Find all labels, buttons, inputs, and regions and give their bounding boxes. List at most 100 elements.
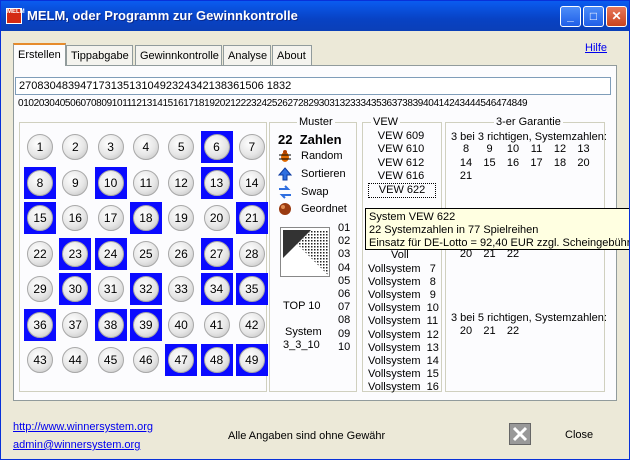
lotto-number-ball[interactable]: 20	[201, 202, 233, 234]
lotto-number-ball[interactable]: 21	[235, 202, 268, 234]
pattern-thumbnail[interactable]	[280, 227, 330, 277]
muster-item[interactable]: 01	[338, 222, 350, 234]
close-app-button[interactable]	[509, 423, 531, 445]
vew-item[interactable]: VEW 612	[368, 157, 434, 170]
lotto-number-ball[interactable]: 28	[236, 238, 268, 270]
voll-item[interactable]: Vollsystem 15	[368, 368, 439, 380]
muster-item[interactable]: 03	[338, 248, 350, 260]
title-bar[interactable]: MELM MELM, oder Programm zur Gewinnkontr…	[1, 1, 629, 31]
lotto-number-ball[interactable]: 6	[200, 131, 233, 163]
lotto-number-ball[interactable]: 34	[200, 273, 233, 305]
lotto-number-ball[interactable]: 27	[200, 237, 233, 270]
lotto-number-ball[interactable]: 43	[24, 344, 56, 376]
vew-item[interactable]: VEW 609	[368, 130, 434, 143]
lotto-number-ball[interactable]: 14	[236, 167, 268, 199]
muster-item[interactable]: 05	[338, 275, 350, 287]
lotto-number-ball[interactable]: 40	[165, 309, 197, 341]
muster-item[interactable]: 10	[338, 341, 350, 353]
lotto-number-ball[interactable]: 22	[24, 238, 56, 270]
lotto-number-ball[interactable]: 8	[24, 166, 56, 199]
muster-item[interactable]: 06	[338, 288, 350, 300]
voll-item[interactable]: Vollsystem 11	[368, 315, 438, 327]
voll-item[interactable]: Vollsystem 14	[368, 355, 439, 367]
number-input[interactable]: 2708304839471731351310492324342138361506…	[15, 77, 611, 95]
garantie-number: 9	[486, 143, 493, 155]
voll-item[interactable]: Vollsystem 8	[368, 276, 436, 288]
minimize-button[interactable]: _	[560, 6, 581, 27]
vew-item[interactable]: VEW 610	[368, 143, 434, 156]
lotto-number-ball[interactable]: 39	[129, 308, 162, 341]
lotto-number-ball[interactable]: 42	[236, 309, 268, 341]
tab-analyse[interactable]: Analyse	[223, 45, 271, 65]
lotto-number-ball[interactable]: 37	[59, 309, 91, 341]
close-label[interactable]: Close	[565, 429, 593, 441]
lotto-number-ball[interactable]: 30	[59, 273, 92, 305]
lotto-number-ball[interactable]: 7	[236, 131, 268, 163]
lotto-number-ball[interactable]: 33	[165, 273, 197, 305]
tab-tippabgabe[interactable]: Tippabgabe	[66, 45, 133, 65]
voll-item[interactable]: Vollsystem 7	[368, 263, 436, 275]
website-link[interactable]: http://www.winnersystem.org	[13, 421, 153, 433]
lotto-number-ball[interactable]: 9	[59, 167, 91, 199]
lotto-number-ball[interactable]: 38	[94, 308, 127, 341]
system-value[interactable]: 3_3_10	[283, 339, 320, 351]
email-link[interactable]: admin@winnersystem.org	[13, 439, 140, 451]
lotto-number-ball[interactable]: 44	[59, 344, 91, 376]
lotto-number-ball[interactable]: 49	[235, 344, 268, 376]
lotto-number-ball[interactable]: 15	[24, 202, 56, 234]
voll-item[interactable]: Vollsystem 13	[368, 342, 439, 354]
lotto-number-ball[interactable]: 19	[165, 202, 197, 234]
lotto-number-ball[interactable]: 17	[95, 202, 127, 234]
lotto-number-ball[interactable]: 5	[165, 131, 197, 163]
lotto-number-ball[interactable]: 18	[129, 202, 162, 234]
lotto-number-ball[interactable]: 41	[201, 309, 233, 341]
lotto-number-ball[interactable]: 16	[59, 202, 91, 234]
lotto-number-ball[interactable]: 31	[95, 273, 127, 305]
lotto-number-ball[interactable]: 45	[95, 344, 127, 376]
maximize-button[interactable]: □	[583, 6, 604, 27]
lotto-number-ball[interactable]: 24	[94, 237, 127, 270]
lotto-number-ball[interactable]: 23	[59, 237, 92, 270]
muster-item[interactable]: 02	[338, 235, 350, 247]
lotto-number-ball[interactable]: 3	[95, 131, 127, 163]
lotto-number-ball[interactable]: 13	[200, 166, 233, 199]
muster-item[interactable]: 07	[338, 301, 350, 313]
lotto-number-ball[interactable]: 1	[24, 131, 56, 163]
app-logo-icon[interactable]: MELM	[6, 8, 25, 24]
lotto-number-ball[interactable]: 35	[235, 273, 268, 305]
muster-item[interactable]: 08	[338, 314, 350, 326]
lotto-number-ball[interactable]: 12	[165, 167, 197, 199]
lotto-number-label: 15	[27, 205, 53, 231]
lotto-number-ball[interactable]: 2	[59, 131, 91, 163]
lotto-number-ball[interactable]: 36	[24, 308, 56, 341]
lotto-number-label: 35	[238, 276, 265, 302]
lotto-number-label: 39	[132, 311, 159, 338]
muster-item[interactable]: 04	[338, 262, 350, 274]
tab-erstellen[interactable]: Erstellen	[13, 43, 66, 66]
lotto-number-ball[interactable]: 32	[129, 273, 162, 305]
vew-item[interactable]: VEW 622	[368, 183, 436, 199]
lotto-number-ball[interactable]: 47	[165, 344, 198, 376]
lotto-number-ball[interactable]: 4	[130, 131, 162, 163]
lotto-number-ball[interactable]: 11	[130, 167, 162, 199]
voll-item[interactable]: Vollsystem 16	[368, 381, 439, 393]
system-label[interactable]: System	[285, 326, 322, 338]
lotto-number-ball[interactable]: 26	[165, 238, 197, 270]
close-window-button[interactable]: ✕	[606, 6, 627, 27]
muster-item[interactable]: 09	[338, 328, 350, 340]
lotto-number-ball[interactable]: 25	[130, 238, 162, 270]
garantie-label: 3-er Garantie	[494, 116, 563, 128]
tab-about[interactable]: About	[272, 45, 312, 65]
lotto-number-ball[interactable]: 29	[24, 273, 56, 305]
lotto-number-ball[interactable]: 10	[94, 166, 127, 199]
voll-item[interactable]: Vollsystem 10	[368, 302, 439, 314]
tab-gewinnkontrolle[interactable]: Gewinnkontrolle	[135, 45, 222, 65]
vew-item[interactable]: VEW 616	[368, 170, 434, 183]
lotto-number-ball[interactable]: 46	[130, 344, 162, 376]
top10-label[interactable]: TOP 10	[283, 300, 321, 312]
voll-item[interactable]: Vollsystem 12	[368, 329, 439, 341]
help-link[interactable]: Hilfe	[585, 42, 607, 54]
lotto-number-ball[interactable]: 48	[200, 344, 233, 376]
voll-item[interactable]: Vollsystem 9	[368, 289, 436, 301]
lotto-number-label: 2	[62, 134, 89, 160]
